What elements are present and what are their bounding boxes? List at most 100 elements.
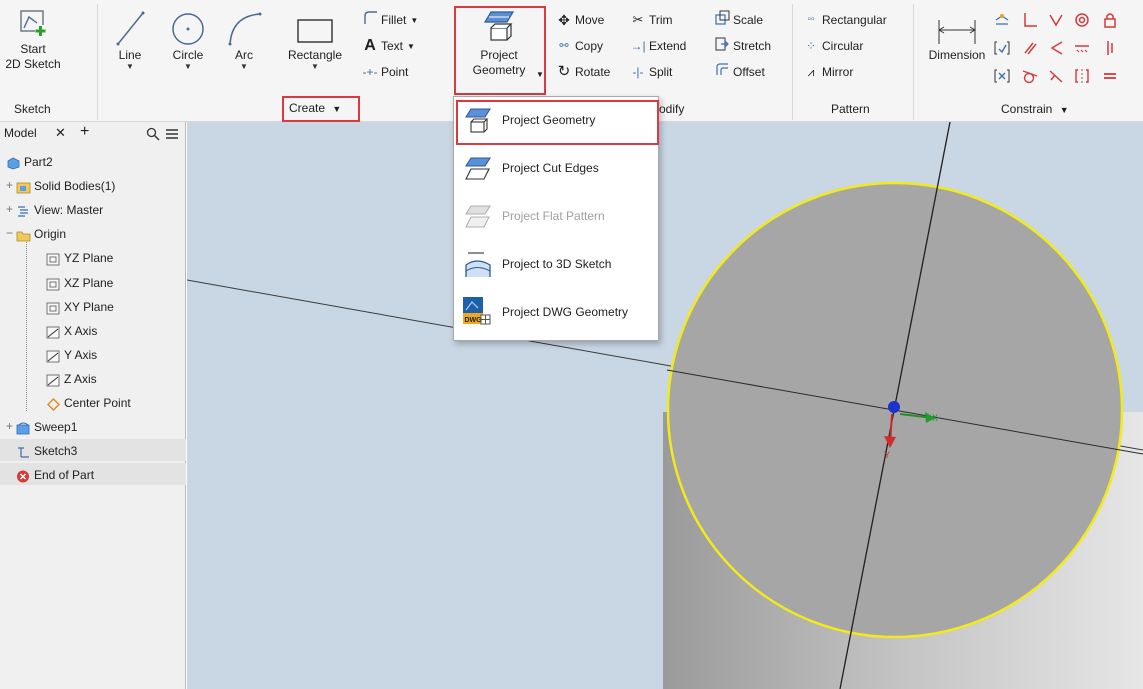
move-button[interactable]: ✥ Move: [556, 10, 604, 28]
tree-expander[interactable]: −: [6, 222, 16, 244]
arc-icon: [228, 12, 262, 46]
dropdown-label-project-geometry: Project Geometry: [502, 113, 596, 127]
tree-row[interactable]: Sketch3: [16, 439, 77, 461]
dropdown-item-project-to-3d-sketch[interactable]: Project to 3D Sketch: [458, 243, 656, 287]
tree-row[interactable]: + Solid Bodies(1): [6, 174, 115, 196]
equal-icon[interactable]: [1102, 68, 1118, 84]
text-label: Text: [381, 38, 404, 53]
rectangle-button[interactable]: Rectangle ▼: [280, 8, 350, 71]
circle-dropdown-caret[interactable]: ▼: [166, 63, 210, 71]
tree-row[interactable]: YZ Plane: [46, 246, 113, 268]
rectangle-dropdown-caret[interactable]: ▼: [280, 63, 350, 71]
symmetric-icon[interactable]: [1074, 68, 1090, 84]
tree-label: Center Point: [64, 395, 131, 410]
text-dropdown-caret[interactable]: ▼: [407, 42, 415, 51]
text-button[interactable]: A Text ▼: [362, 36, 415, 54]
origin-point[interactable]: [888, 401, 900, 413]
tree-row[interactable]: Center Point: [46, 391, 131, 413]
stretch-label: Stretch: [733, 39, 772, 53]
dropdown-item-project-dwg-geometry[interactable]: DWG Project DWG Geometry: [458, 291, 656, 335]
fix-icon[interactable]: [1102, 12, 1118, 28]
copy-button[interactable]: ⚯ Copy: [556, 36, 603, 54]
tree-expander[interactable]: +: [6, 198, 16, 220]
constrain-panel-label[interactable]: Constrain ▼: [1001, 102, 1069, 116]
tree-label: YZ Plane: [64, 250, 114, 265]
project-geometry-label-1: Project: [480, 48, 518, 62]
tree-expander[interactable]: +: [6, 415, 16, 437]
project-geometry-dropdown-caret[interactable]: ▼: [536, 70, 544, 79]
tree-label: X Axis: [64, 323, 98, 338]
circular-pattern-button[interactable]: ⁘ Circular: [803, 36, 863, 54]
tree-row[interactable]: XZ Plane: [46, 271, 113, 293]
arc-dropdown-caret[interactable]: ▼: [222, 63, 266, 71]
fillet-dropdown-caret[interactable]: ▼: [410, 16, 418, 25]
trim-label: Trim: [649, 12, 673, 27]
tree-row[interactable]: − Origin: [6, 222, 66, 244]
start-2d-sketch-button[interactable]: Start 2D Sketch: [2, 8, 64, 72]
auto-dimension-icon[interactable]: [994, 12, 1010, 28]
concentric-icon[interactable]: [1074, 12, 1090, 28]
dropdown-item-project-flat-pattern[interactable]: Project Flat Pattern: [458, 195, 656, 239]
perpendicular-icon[interactable]: [1022, 12, 1038, 28]
project-to-3d-sketch-icon: [465, 252, 491, 277]
tree-row[interactable]: X Axis: [46, 319, 97, 341]
coincident-icon[interactable]: [1048, 12, 1064, 28]
rotate-button[interactable]: ↻ Rotate: [556, 62, 611, 80]
dwg-badge-text: DWG: [465, 317, 483, 324]
offset-button[interactable]: Offset: [714, 62, 765, 80]
tree-expander[interactable]: +: [6, 174, 16, 196]
dimension-button[interactable]: Dimension: [922, 14, 992, 63]
tree-label: Origin: [34, 226, 67, 241]
rectangular-pattern-button[interactable]: ▫▫ Rectangular: [803, 10, 886, 28]
parallel-icon[interactable]: [1022, 40, 1038, 56]
tree-label: Sweep1: [34, 419, 78, 434]
tree-row[interactable]: + View: Master: [6, 198, 103, 220]
constraint-icon-grid: [990, 6, 1143, 96]
circle-button[interactable]: Circle ▼: [166, 8, 210, 71]
relax-mode-icon[interactable]: [994, 68, 1010, 84]
close-tab-icon[interactable]: ✕: [55, 125, 66, 141]
circular-label: Circular: [822, 38, 864, 53]
vertical-icon[interactable]: [1102, 40, 1118, 56]
show-constraints-icon[interactable]: [994, 40, 1010, 56]
trim-button[interactable]: ✂ Trim: [630, 10, 673, 28]
smooth-icon[interactable]: [1048, 68, 1064, 84]
stretch-button[interactable]: Stretch: [714, 36, 771, 54]
tree-row[interactable]: Z Axis: [46, 367, 97, 389]
tree-row[interactable]: Y Axis: [46, 343, 97, 365]
model-tab[interactable]: Model: [4, 126, 37, 140]
fillet-button[interactable]: Fillet ▼: [362, 10, 418, 28]
tree-row[interactable]: Part2: [6, 150, 53, 172]
scale-button[interactable]: Scale: [714, 10, 763, 28]
line-dropdown-caret[interactable]: ▼: [110, 63, 150, 71]
axis-icon: [46, 372, 61, 387]
graphics-viewport[interactable]: X Y: [187, 122, 1143, 689]
tree-row[interactable]: XY Plane: [46, 295, 114, 317]
split-icon: -|-: [632, 64, 644, 79]
mirror-label: Mirror: [822, 64, 854, 79]
scene: X Y: [187, 122, 1143, 689]
part-icon: [6, 155, 21, 170]
tree-row[interactable]: End of Part: [16, 463, 94, 485]
add-tab-icon[interactable]: +: [80, 123, 89, 141]
dropdown-item-project-geometry[interactable]: Project Geometry: [458, 99, 656, 143]
menu-icon[interactable]: [165, 127, 179, 141]
collinear-icon[interactable]: [1048, 40, 1064, 56]
project-geometry-dropdown: Project Geometry Project Cut Edges Proje…: [453, 96, 659, 341]
mirror-button[interactable]: ⩘ Mirror: [803, 62, 854, 80]
text-icon: A: [364, 36, 376, 54]
sweep-icon: [16, 420, 31, 435]
create-panel-label[interactable]: Create ▼: [289, 101, 341, 115]
tangent-icon[interactable]: [1022, 68, 1038, 84]
extend-button[interactable]: →| Extend: [630, 36, 686, 54]
dropdown-item-project-cut-edges[interactable]: Project Cut Edges: [458, 147, 656, 191]
search-icon[interactable]: [146, 127, 160, 141]
split-button[interactable]: -|- Split: [630, 62, 672, 80]
point-button[interactable]: -+- Point: [362, 62, 409, 80]
line-button[interactable]: Line ▼: [110, 8, 150, 71]
horizontal-icon[interactable]: [1074, 40, 1090, 56]
tree-row[interactable]: + Sweep1: [6, 415, 77, 437]
arc-button[interactable]: Arc ▼: [222, 8, 266, 71]
start-2d-sketch-icon: [20, 10, 46, 36]
project-geometry-button[interactable]: Project Geometry: [459, 8, 539, 78]
